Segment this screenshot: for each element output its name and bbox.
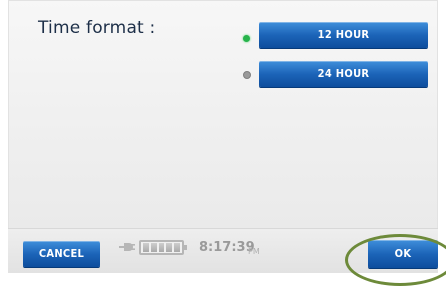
selected-indicator-12-hour <box>243 35 250 42</box>
unselected-indicator-24-hour <box>243 71 251 79</box>
clock-period: PM <box>248 247 260 256</box>
time-format-label: Time format : <box>38 18 156 38</box>
highlight-ring <box>345 234 446 286</box>
option-12-hour-button[interactable]: 12 HOUR <box>259 22 428 48</box>
cancel-button[interactable]: CANCEL <box>23 241 100 267</box>
clock-time: 8:17:39 <box>199 240 255 255</box>
battery-icon <box>139 240 187 255</box>
option-24-hour-button[interactable]: 24 HOUR <box>259 61 428 87</box>
plug-icon <box>119 243 135 251</box>
